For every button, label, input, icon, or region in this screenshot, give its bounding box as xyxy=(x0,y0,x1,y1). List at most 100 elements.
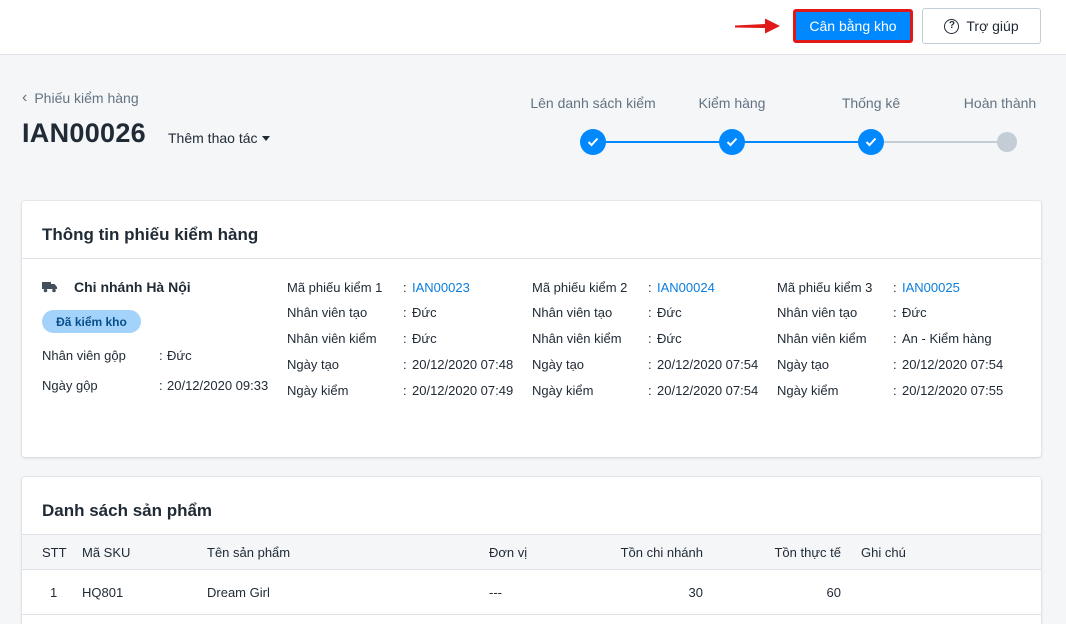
column-header: Tồn chi nhánh xyxy=(620,545,703,560)
field-value: Đức xyxy=(412,331,437,346)
field-label: Nhân viên tạo xyxy=(777,305,858,320)
card-title: Thông tin phiếu kiểm hàng xyxy=(42,225,259,244)
page-title: IAN00026 xyxy=(22,118,146,148)
field-label: Ngày tạo xyxy=(777,357,830,372)
product-list-card: Danh sách sản phẩm STT Mã SKU Tên sản ph… xyxy=(22,477,1041,624)
table-row: 1 HQ801 Dream Girl --- 30 60 xyxy=(22,570,1041,615)
field-value: An - Kiểm hàng xyxy=(902,331,992,346)
help-button[interactable]: ? Trợ giúp xyxy=(922,8,1041,44)
field-value: 20/12/2020 09:33 xyxy=(167,378,269,393)
info-row: Nhân viên kiểm : Đức xyxy=(287,331,437,346)
info-row: Nhân viên tạo : Đức xyxy=(532,305,682,320)
field-value: Đức xyxy=(657,331,682,346)
info-row: Mã phiếu kiểm 3 : IAN00025 xyxy=(777,280,960,295)
info-row: Nhân viên kiểm : An - Kiểm hàng xyxy=(777,331,992,346)
check-sheet-link[interactable]: IAN00024 xyxy=(657,280,715,295)
step-label: Lên danh sách kiểm xyxy=(530,95,656,111)
column-header: STT xyxy=(42,545,67,560)
check-sheet-link[interactable]: IAN00023 xyxy=(412,280,470,295)
info-row: Nhân viên tạo : Đức xyxy=(777,305,927,320)
column-header: Ghi chú xyxy=(861,545,906,560)
cell-stt: 1 xyxy=(50,585,58,600)
cell-unit: --- xyxy=(489,585,502,600)
field-label: Nhân viên gộp xyxy=(42,348,126,363)
field-label: Ngày tạo xyxy=(287,357,340,372)
step-done-check-icon xyxy=(580,129,606,155)
field-label: Ngày tạo xyxy=(532,357,585,372)
field-label: Mã phiếu kiểm 3 xyxy=(777,280,873,295)
step-pending-dot xyxy=(997,132,1017,152)
column-header: Đơn vị xyxy=(489,545,528,560)
pointer-arrow-icon xyxy=(735,18,780,34)
info-row: Mã phiếu kiểm 1 : IAN00023 xyxy=(287,280,470,295)
cell-product-name: Dream Girl xyxy=(207,585,270,600)
step-label: Hoàn thành xyxy=(963,95,1037,111)
field-label: Nhân viên kiểm xyxy=(287,331,377,346)
table-header: STT Mã SKU Tên sản phẩm Đơn vị Tồn chi n… xyxy=(22,534,1041,570)
field-label: Nhân viên tạo xyxy=(532,305,613,320)
balance-stock-button[interactable]: Cân bằng kho xyxy=(793,9,913,43)
info-row: Ngày kiểm : 20/12/2020 07:49 xyxy=(287,383,514,398)
info-row: Ngày tạo : 20/12/2020 07:48 xyxy=(287,357,514,372)
info-row: Nhân viên kiểm : Đức xyxy=(532,331,682,346)
info-row: Mã phiếu kiểm 2 : IAN00024 xyxy=(532,280,715,295)
info-row: Nhân viên tạo : Đức xyxy=(287,305,437,320)
field-label: Nhân viên kiểm xyxy=(532,331,622,346)
field-value: 20/12/2020 07:54 xyxy=(657,357,759,372)
divider xyxy=(22,258,1041,259)
merger-field: Nhân viên gộp : Đức xyxy=(42,348,192,363)
more-actions-dropdown[interactable]: Thêm thao tác xyxy=(168,130,270,146)
column-header: Tồn thực tế xyxy=(774,545,841,560)
field-value: 20/12/2020 07:54 xyxy=(902,357,1004,372)
field-value: 20/12/2020 07:49 xyxy=(412,383,514,398)
merge-date-field: Ngày gộp : 20/12/2020 09:33 xyxy=(42,378,269,393)
column-header: Tên sản phẩm xyxy=(207,545,291,560)
field-label: Mã phiếu kiểm 2 xyxy=(532,280,628,295)
cell-actual-stock: 60 xyxy=(826,585,841,600)
help-label: Trợ giúp xyxy=(966,18,1019,34)
step-connector xyxy=(871,141,1007,143)
step-label: Thống kê xyxy=(841,95,901,111)
cell-branch-stock: 30 xyxy=(688,585,703,600)
field-value: 20/12/2020 07:54 xyxy=(657,383,759,398)
info-row: Ngày tạo : 20/12/2020 07:54 xyxy=(777,357,1004,372)
card-title: Danh sách sản phẩm xyxy=(42,501,213,520)
field-label: Ngày gộp xyxy=(42,378,98,393)
field-label: Ngày kiểm xyxy=(532,383,594,398)
info-row: Ngày kiểm : 20/12/2020 07:54 xyxy=(532,383,759,398)
branch: Chi nhánh Hà Nội xyxy=(42,279,191,295)
field-value: Đức xyxy=(902,305,927,320)
step-label: Kiểm hàng xyxy=(698,95,766,111)
field-label: Mã phiếu kiểm 1 xyxy=(287,280,383,295)
info-row: Ngày tạo : 20/12/2020 07:54 xyxy=(532,357,759,372)
field-value: 20/12/2020 07:55 xyxy=(902,383,1004,398)
step-done-check-icon xyxy=(858,129,884,155)
field-value: Đức xyxy=(167,348,192,363)
branch-name: Chi nhánh Hà Nội xyxy=(74,279,191,295)
field-value: Đức xyxy=(657,305,682,320)
status-badge: Đã kiểm kho xyxy=(42,310,141,333)
field-label: Nhân viên tạo xyxy=(287,305,368,320)
field-value: 20/12/2020 07:48 xyxy=(412,357,514,372)
inventory-info-card: Thông tin phiếu kiểm hàng Chi nhánh Hà N… xyxy=(22,201,1041,457)
field-label: Ngày kiểm xyxy=(777,383,839,398)
field-label: Ngày kiểm xyxy=(287,383,349,398)
chevron-left-icon: ‹ xyxy=(22,89,28,106)
step-done-check-icon xyxy=(719,129,745,155)
caret-down-icon xyxy=(261,135,270,141)
step-connector xyxy=(732,141,871,143)
balance-stock-label: Cân bằng kho xyxy=(809,18,897,34)
step-connector xyxy=(593,141,732,143)
field-label: Nhân viên kiểm xyxy=(777,331,867,346)
check-sheet-link[interactable]: IAN00025 xyxy=(902,280,960,295)
help-icon: ? xyxy=(944,18,960,34)
progress-stepper: Lên danh sách kiểm Kiểm hàng Thống kê Ho… xyxy=(520,95,1060,165)
column-header: Mã SKU xyxy=(82,545,131,560)
back-link[interactable]: ‹ Phiếu kiểm hàng xyxy=(22,89,139,107)
field-value: Đức xyxy=(412,305,437,320)
truck-icon xyxy=(42,282,57,293)
info-row: Ngày kiểm : 20/12/2020 07:55 xyxy=(777,383,1004,398)
sku-link[interactable]: HQ801 xyxy=(82,585,123,600)
more-actions-label: Thêm thao tác xyxy=(168,130,258,146)
top-bar: Cân bằng kho ? Trợ giúp xyxy=(0,0,1066,55)
